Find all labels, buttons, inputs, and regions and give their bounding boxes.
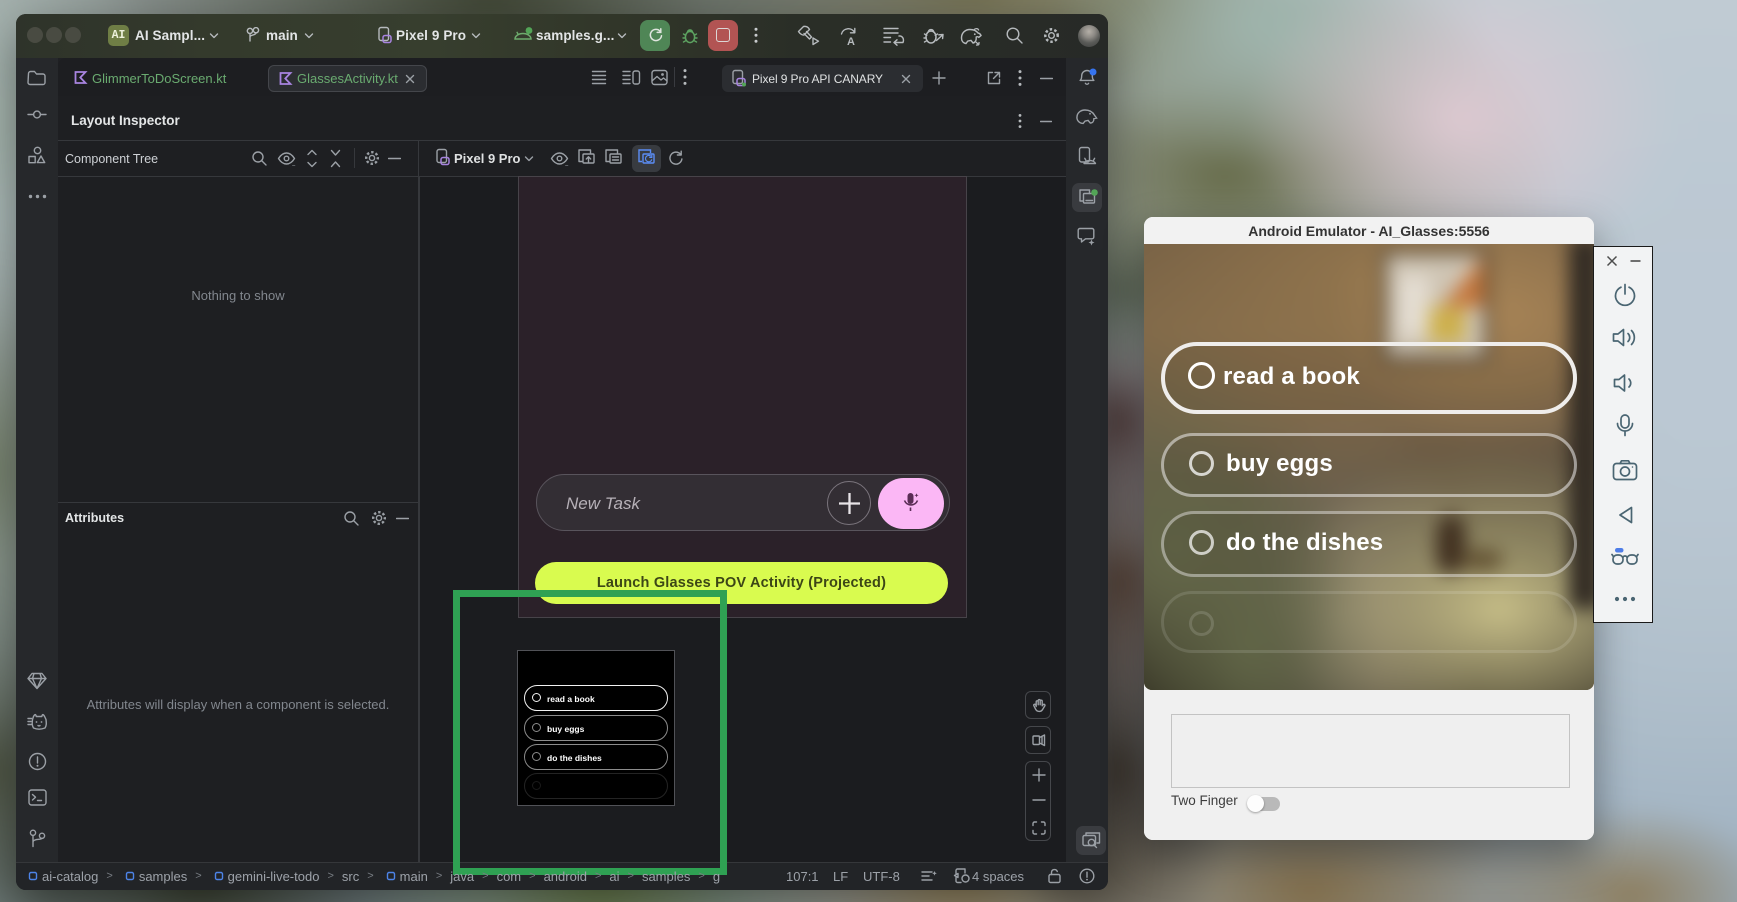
svg-text:A: A — [847, 36, 855, 47]
